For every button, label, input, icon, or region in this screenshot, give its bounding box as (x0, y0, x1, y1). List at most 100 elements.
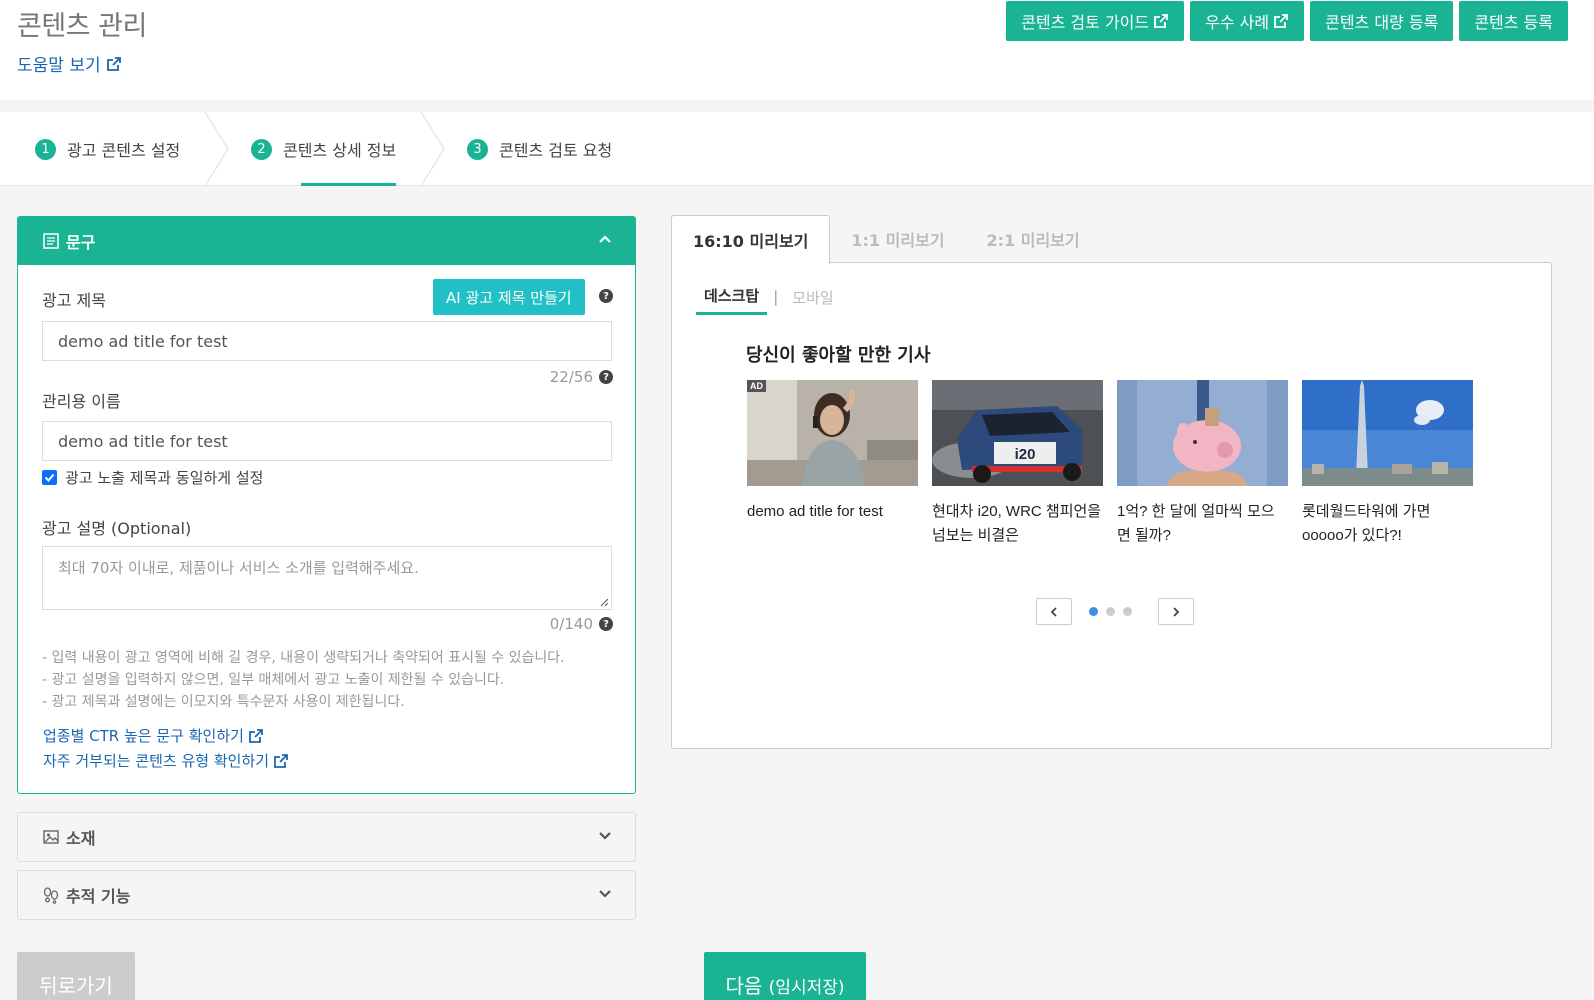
device-tabs: 데스크탑 | 모바일 (696, 285, 842, 315)
note-item: - 광고 제목과 설명에는 이모지와 특수문자 사용이 제한됩니다. (42, 694, 405, 710)
recommendation-card[interactable]: 1억? 한 달에 얼마씩 모으면 될까? (1117, 380, 1288, 548)
review-guide-label: 콘텐츠 검토 가이드 (1021, 13, 1150, 32)
step-3[interactable]: 3 콘텐츠 검토 요청 (467, 112, 612, 186)
recommendation-card[interactable]: 롯데월드타워에 가면 ooooo가 있다?! (1302, 380, 1473, 548)
tab-mobile[interactable]: 모바일 (784, 287, 841, 314)
step-2[interactable]: 2 콘텐츠 상세 정보 (251, 112, 397, 186)
card-title: 1억? 한 달에 얼마씩 모으면 될까? (1117, 503, 1275, 544)
svg-text:i20: i20 (1015, 446, 1036, 463)
tab-desktop[interactable]: 데스크탑 (696, 285, 768, 315)
step-number: 2 (251, 138, 272, 160)
tracking-section[interactable]: 추적 기능 (17, 870, 636, 920)
carousel-pager (1036, 598, 1194, 625)
same-title-checkbox-row[interactable]: 광고 노출 제목과 동일하게 설정 (42, 467, 263, 488)
card-thumbnail: i20 (932, 380, 1103, 486)
admin-name-input[interactable]: demo ad title for test (42, 421, 612, 461)
external-link-icon (274, 753, 288, 768)
ad-title-input[interactable]: demo ad title for test (42, 321, 612, 361)
pager-dots (1089, 607, 1132, 616)
copy-section: 문구 광고 제목 AI 광고 제목 만들기 ? demo ad title fo… (17, 216, 636, 794)
woman-on-phone-image (747, 380, 918, 486)
same-title-checkbox-label: 광고 노출 제목과 동일하게 설정 (65, 469, 264, 487)
step-label: 광고 콘텐츠 설정 (67, 141, 181, 160)
bulk-register-button[interactable]: 콘텐츠 대량 등록 (1310, 1, 1454, 41)
ad-description-label: 광고 설명 (Optional) (42, 519, 192, 538)
admin-name-label: 관리용 이름 (42, 392, 121, 411)
back-button[interactable]: 뒤로가기 (17, 952, 135, 1000)
step-separator-icon (420, 112, 445, 186)
rejected-content-link[interactable]: 자주 거부되는 콘텐츠 유형 확인하기 (43, 750, 289, 771)
pager-dot[interactable] (1123, 607, 1132, 616)
image-icon (43, 830, 59, 844)
card-thumbnail (1302, 380, 1473, 486)
step-1[interactable]: 1 광고 콘텐츠 설정 (35, 112, 180, 186)
document-icon (43, 233, 59, 249)
tab-2-1-preview[interactable]: 2:1 미리보기 (966, 215, 1101, 263)
help-link[interactable]: 도움말 보기 (17, 51, 122, 76)
recommendation-card[interactable]: i20 현대차 i20, WRC 챔피언을 넘보는 비결은 (932, 380, 1103, 548)
ad-description-textarea[interactable]: 최대 70자 이내로, 제품이나 서비스 소개를 입력해주세요. (42, 546, 612, 610)
piggy-bank-image (1117, 380, 1288, 486)
same-title-checkbox[interactable] (42, 470, 57, 485)
next-button-label: 다음 (725, 973, 763, 998)
review-guide-button[interactable]: 콘텐츠 검토 가이드 (1006, 1, 1185, 41)
chevron-down-icon[interactable] (597, 828, 613, 844)
help-icon[interactable]: ? (599, 289, 613, 303)
page-header: 콘텐츠 관리 도움말 보기 콘텐츠 검토 가이드 우수 사례 콘텐츠 대량 등록… (0, 0, 1594, 100)
note-item: - 입력 내용이 광고 영역에 비해 길 경우, 내용이 생략되거나 축약되어 … (42, 650, 565, 666)
tab-1-1-preview[interactable]: 1:1 미리보기 (830, 215, 965, 263)
preview-panel: 데스크탑 | 모바일 당신이 좋아할 만한 기사 AD demo ad titl… (671, 262, 1552, 749)
material-section-title: 소재 (66, 829, 96, 848)
ad-description-counter: 0/140 ? (550, 615, 613, 633)
note-item: - 광고 설명을 입력하지 않으면, 일부 매체에서 광고 노출이 제한될 수 … (42, 672, 505, 688)
ai-title-button[interactable]: AI 광고 제목 만들기 (433, 279, 585, 315)
register-content-label: 콘텐츠 등록 (1474, 13, 1553, 32)
copy-section-title: 문구 (66, 233, 96, 252)
external-link-icon (1154, 14, 1169, 28)
pager-dot[interactable] (1106, 607, 1115, 616)
ad-title-label: 광고 제목 (42, 291, 106, 310)
checkmark-icon (44, 473, 55, 482)
card-thumbnail (1117, 380, 1288, 486)
tab-16-10-preview[interactable]: 16:10 미리보기 (671, 215, 831, 264)
recommendation-cards: AD demo ad title for test i20 현대차 i20, W… (747, 380, 1473, 548)
tower-skyline-image (1302, 380, 1473, 486)
prev-button[interactable] (1036, 598, 1072, 625)
ad-badge: AD (747, 380, 766, 392)
help-link-label: 도움말 보기 (17, 56, 101, 76)
card-title: 현대차 i20, WRC 챔피언을 넘보는 비결은 (932, 503, 1102, 544)
help-icon[interactable]: ? (599, 370, 613, 384)
ad-title-counter: 22/56 ? (550, 368, 613, 386)
input-notes: - 입력 내용이 광고 영역에 비해 길 경우, 내용이 생략되거나 축약되어 … (42, 647, 565, 713)
chevron-up-icon[interactable] (597, 231, 613, 247)
recommendation-card[interactable]: AD demo ad title for test (747, 380, 918, 548)
next-save-button[interactable]: 다음 (임시저장) (704, 952, 866, 1000)
chevron-down-icon[interactable] (597, 886, 613, 902)
ctr-copy-link[interactable]: 업종별 CTR 높은 문구 확인하기 (43, 725, 264, 746)
ad-title-count: 22/56 (549, 368, 593, 386)
help-icon[interactable]: ? (599, 617, 613, 631)
back-button-label: 뒤로가기 (39, 973, 113, 998)
ctr-copy-link-label: 업종별 CTR 높은 문구 확인하기 (43, 727, 244, 745)
external-link-icon (1274, 14, 1288, 28)
pager-dot[interactable] (1089, 607, 1098, 616)
step-indicator: 1 광고 콘텐츠 설정 2 콘텐츠 상세 정보 3 콘텐츠 검토 요청 (0, 112, 1594, 186)
widget-title: 당신이 좋아할 만한 기사 (746, 345, 931, 366)
card-title: 롯데월드타워에 가면 ooooo가 있다?! (1302, 503, 1431, 544)
device-tab-separator: | (773, 288, 779, 306)
step-number: 3 (467, 138, 488, 160)
bulk-register-label: 콘텐츠 대량 등록 (1325, 13, 1439, 32)
best-practices-button[interactable]: 우수 사례 (1190, 1, 1305, 41)
step-label: 콘텐츠 상세 정보 (283, 141, 397, 160)
register-content-button[interactable]: 콘텐츠 등록 (1459, 1, 1568, 41)
material-section[interactable]: 소재 (17, 812, 636, 862)
step-separator-icon (204, 112, 229, 186)
header-actions: 콘텐츠 검토 가이드 우수 사례 콘텐츠 대량 등록 콘텐츠 등록 (1006, 1, 1568, 41)
copy-section-header[interactable]: 문구 (18, 217, 635, 265)
resize-handle-icon[interactable] (600, 598, 609, 607)
external-link-icon (249, 728, 263, 743)
preview-ratio-tabs: 16:10 미리보기 1:1 미리보기 2:1 미리보기 (671, 215, 1101, 264)
next-button[interactable] (1158, 598, 1194, 625)
next-button-sub-label: (임시저장) (768, 977, 845, 998)
card-title: demo ad title for test (747, 503, 883, 520)
